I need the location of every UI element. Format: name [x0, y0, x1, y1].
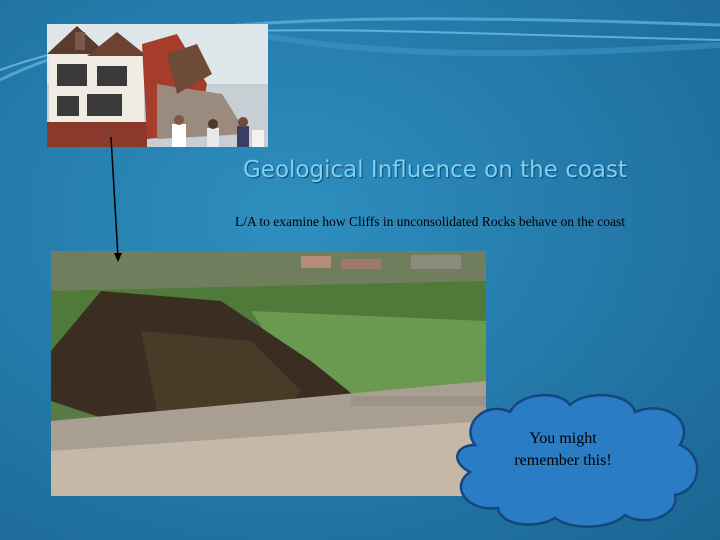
callout-line-2: remember this!	[514, 452, 612, 469]
callout-text: You might remember this!	[478, 428, 648, 472]
collapsing-house-photo	[47, 24, 268, 147]
slide-subtitle: L/A to examine how Cliffs in unconsolida…	[234, 214, 626, 229]
callout-line-1: You might	[529, 430, 597, 447]
slide-title: Geological Influence on the coast	[242, 157, 628, 183]
coastal-landslide-photo	[51, 251, 486, 496]
